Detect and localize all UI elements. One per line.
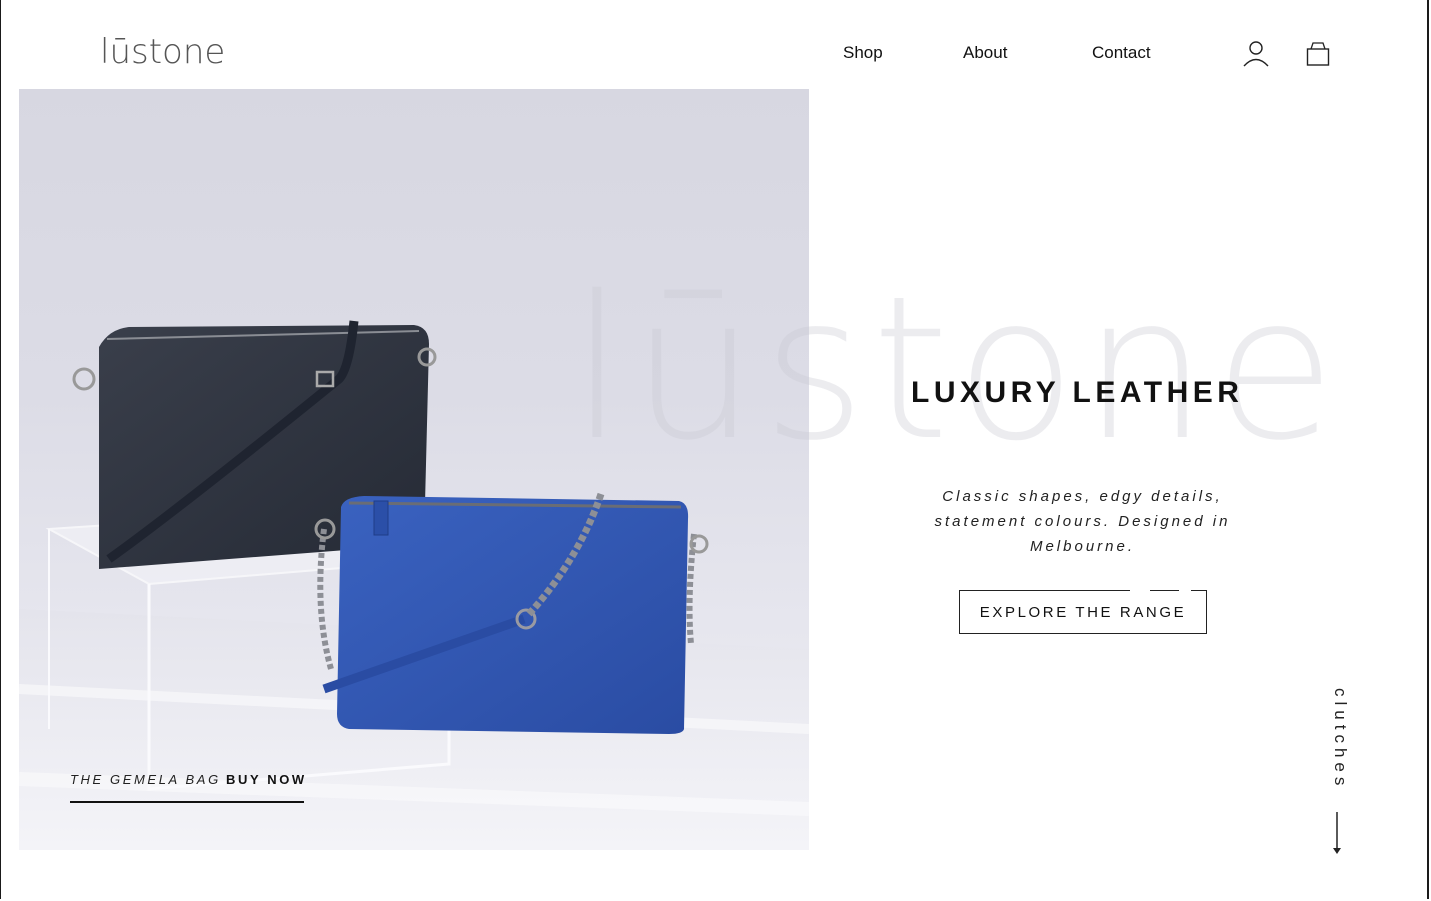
caption-underline bbox=[70, 801, 304, 803]
arrow-down-icon[interactable] bbox=[1331, 812, 1343, 861]
buy-now-link[interactable]: BUY NOW bbox=[226, 772, 307, 787]
nav-shop-link[interactable]: Shop bbox=[843, 43, 883, 63]
hero-tagline: Classic shapes, edgy details, statement … bbox=[934, 488, 1231, 555]
button-border-gap bbox=[1130, 588, 1150, 592]
hero-headline: LUXURY LEATHER bbox=[911, 376, 1244, 409]
explore-range-button[interactable]: EXPLORE THE RANGE bbox=[959, 590, 1207, 634]
product-name-caption: THE GEMELA BAG bbox=[70, 772, 221, 787]
shopping-bag-icon[interactable] bbox=[1305, 40, 1331, 73]
brand-logo[interactable]: lūstone bbox=[100, 32, 225, 72]
handbags-illustration bbox=[19, 320, 809, 850]
hero-product-image bbox=[19, 89, 809, 850]
clutches-category-link[interactable]: clutches bbox=[1322, 688, 1350, 790]
nav-contact-link[interactable]: Contact bbox=[1092, 43, 1151, 63]
user-icon[interactable] bbox=[1242, 40, 1270, 73]
button-border-gap bbox=[1179, 588, 1191, 592]
nav-about-link[interactable]: About bbox=[963, 43, 1007, 63]
